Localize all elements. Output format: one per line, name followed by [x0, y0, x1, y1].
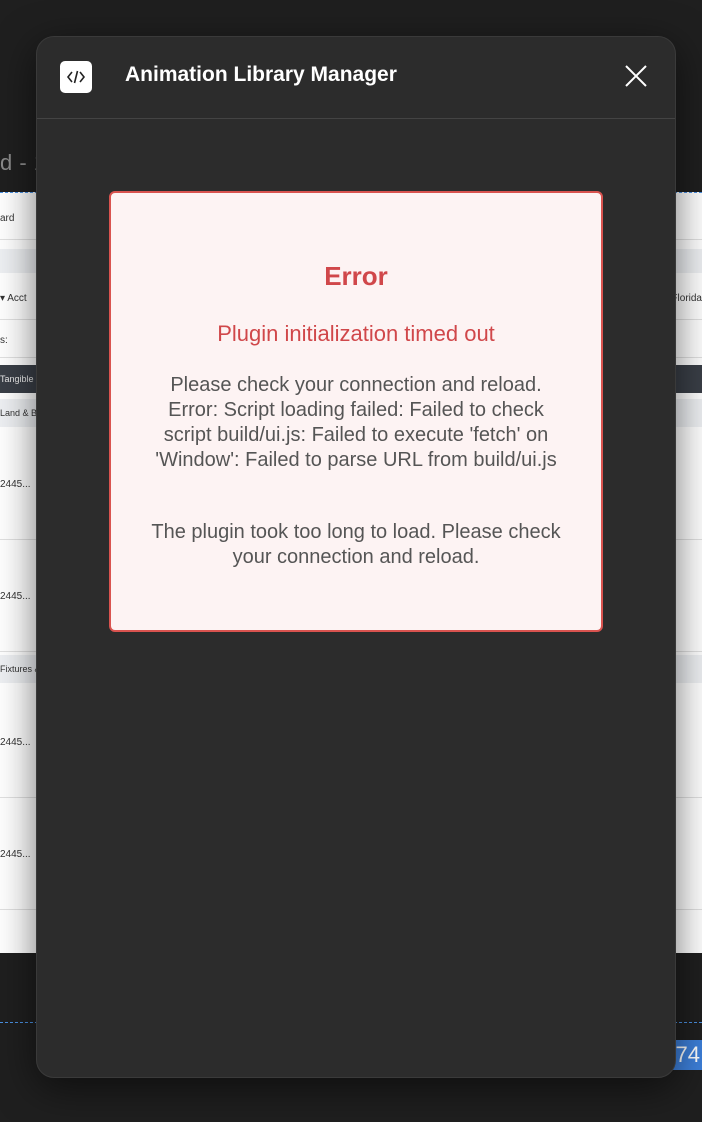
- error-panel: Error Plugin initialization timed out Pl…: [109, 191, 603, 632]
- sheet-cell: 2445...: [0, 479, 31, 490]
- plugin-modal: Animation Library Manager Error Plugin i…: [36, 36, 676, 1078]
- sheet-cell: Florida: [671, 293, 702, 304]
- error-heading: Error: [324, 261, 388, 291]
- error-detail: Please check your connection and reload.…: [155, 374, 557, 471]
- sheet-cell: ard: [0, 213, 15, 224]
- sheet-cell: 2445...: [0, 849, 31, 860]
- close-button[interactable]: [623, 63, 649, 89]
- modal-header: Animation Library Manager: [37, 37, 675, 119]
- sheet-cell: ▾ Acct: [0, 293, 27, 304]
- band-label: Fixtures &: [0, 664, 41, 674]
- sheet-cell: 2445...: [0, 591, 31, 602]
- sheet-cell: s:: [0, 335, 8, 346]
- sheet-cell: 2445...: [0, 737, 31, 748]
- error-subheading: Plugin initialization timed out: [217, 321, 495, 346]
- modal-title: Animation Library Manager: [125, 63, 397, 86]
- code-icon: [60, 61, 92, 93]
- band-label: Tangible: [0, 374, 34, 384]
- close-icon: [625, 65, 647, 87]
- error-hint: The plugin took too long to load. Please…: [151, 521, 561, 568]
